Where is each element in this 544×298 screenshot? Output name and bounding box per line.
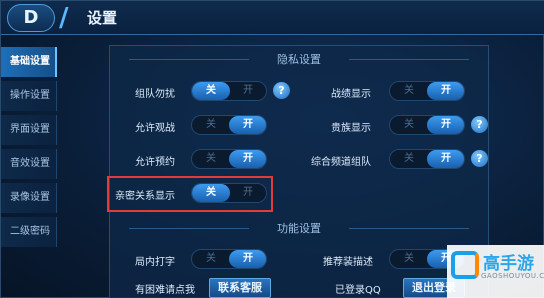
settings-screen: D / 设置 基础设置 操作设置 界面设置 音效设置 录像设置 二级密码 隐私设… xyxy=(0,0,544,298)
title-slash-icon: / xyxy=(59,3,69,33)
watermark-logo: 高手游 GAOSHOUYOU.COM xyxy=(447,245,544,298)
toggle-on-option[interactable]: 开 xyxy=(427,150,464,168)
row-label: 战绩显示 xyxy=(331,89,371,100)
toggle-off-option[interactable]: 关 xyxy=(390,116,428,134)
row-label: 综合频道组队 xyxy=(311,157,371,168)
logged-in-qq-label: 已登录QQ xyxy=(335,285,381,296)
sidebar-item-sound[interactable]: 音效设置 xyxy=(1,149,57,179)
toggle-off-option[interactable]: 关 xyxy=(192,82,230,100)
toggle-off-option[interactable]: 关 xyxy=(390,150,428,168)
sidebar-item-interface[interactable]: 界面设置 xyxy=(1,115,57,145)
toggle-on-option[interactable]: 开 xyxy=(229,250,266,268)
ingame-typing-toggle[interactable]: 关 开 xyxy=(191,249,267,269)
general-channel-team-toggle[interactable]: 关 开 xyxy=(389,149,465,169)
toggle-off-option[interactable]: 关 xyxy=(390,82,428,100)
toggle-off-option[interactable]: 关 xyxy=(390,250,428,268)
allow-spectate-toggle[interactable]: 关 开 xyxy=(191,115,267,135)
toggle-on-option[interactable]: 开 xyxy=(427,82,464,100)
watermark-text: 高手游 xyxy=(483,254,534,274)
row-label: 组队勿扰 xyxy=(135,89,175,100)
help-icon[interactable]: ? xyxy=(273,82,290,99)
back-button[interactable]: D xyxy=(7,4,55,32)
function-section-title: 功能设置 xyxy=(109,220,489,236)
sidebar-item-basic[interactable]: 基础设置 xyxy=(1,47,57,77)
contact-support-button[interactable]: 联系客服 xyxy=(209,278,271,298)
row-label: 局内打字 xyxy=(135,257,175,268)
sidebar-item-replay[interactable]: 录像设置 xyxy=(1,183,57,213)
help-icon[interactable]: ? xyxy=(471,150,488,167)
toggle-off-option[interactable]: 关 xyxy=(192,250,230,268)
noble-display-toggle[interactable]: 关 开 xyxy=(389,115,465,135)
row-label: 允许预约 xyxy=(135,157,175,168)
page-title: 设置 xyxy=(87,9,118,27)
toggle-on-option[interactable]: 开 xyxy=(229,82,266,100)
toggle-on-option[interactable]: 开 xyxy=(427,116,464,134)
sidebar-item-controls[interactable]: 操作设置 xyxy=(1,81,57,111)
gaoshouyou-logo-icon xyxy=(451,251,479,279)
toggle-off-option[interactable]: 关 xyxy=(192,150,230,168)
toggle-off-option[interactable]: 关 xyxy=(192,116,230,134)
top-bar: D / 设置 xyxy=(1,1,544,35)
highlight-annotation-box xyxy=(107,176,273,212)
trouble-label: 有困难请点我 xyxy=(135,285,195,296)
toggle-on-option[interactable]: 开 xyxy=(229,150,266,168)
team-dnd-toggle[interactable]: 关 开 xyxy=(191,81,267,101)
privacy-section-title: 隐私设置 xyxy=(109,51,489,67)
row-label: 允许观战 xyxy=(135,123,175,134)
sidebar-item-password[interactable]: 二级密码 xyxy=(1,217,57,247)
watermark-subtext: GAOSHOUYOU.COM xyxy=(481,272,544,280)
toggle-on-option[interactable]: 开 xyxy=(229,116,266,134)
sidebar: 基础设置 操作设置 界面设置 音效设置 录像设置 二级密码 xyxy=(1,47,59,251)
record-display-toggle[interactable]: 关 开 xyxy=(389,81,465,101)
row-label: 贵族显示 xyxy=(331,123,371,134)
help-icon[interactable]: ? xyxy=(471,116,488,133)
allow-reservation-toggle[interactable]: 关 开 xyxy=(191,149,267,169)
row-label: 推荐装描述 xyxy=(323,257,373,268)
